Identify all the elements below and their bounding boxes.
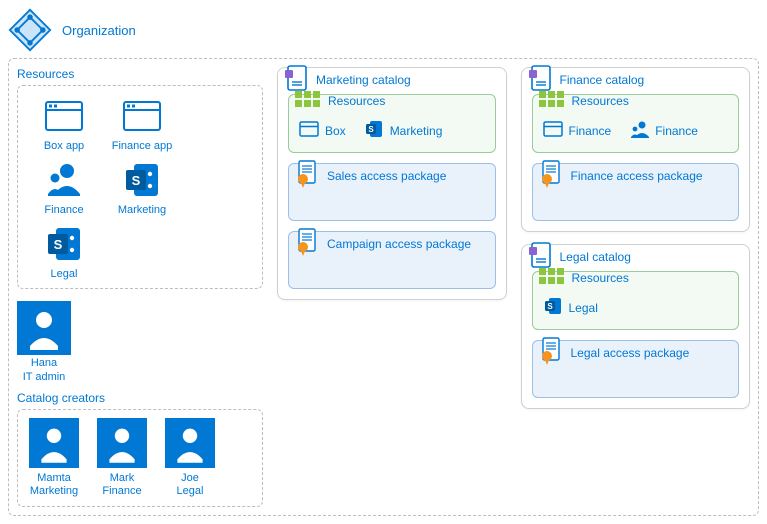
- organization-label: Organization: [62, 23, 136, 38]
- avatar: [165, 418, 215, 468]
- access-package-label: Sales access package: [327, 169, 446, 183]
- sharepoint-icon: [543, 296, 563, 319]
- resource-label: Finance: [26, 204, 102, 216]
- resource-item: Finance app: [104, 94, 180, 152]
- admin-role: IT admin: [17, 371, 71, 383]
- avatar: [29, 418, 79, 468]
- certificate-icon: [295, 160, 319, 191]
- certificate-icon: [539, 337, 563, 368]
- group-icon: [629, 119, 649, 142]
- sharepoint-icon: [26, 222, 102, 266]
- access-package: Sales access package: [288, 163, 496, 221]
- catalog-creator: MamtaMarketing: [26, 418, 82, 498]
- app-icon: [299, 120, 319, 141]
- resources-grid-icon: [539, 268, 564, 287]
- catalog-title: Marketing catalog: [316, 73, 411, 87]
- creator-dept: Legal: [177, 485, 204, 497]
- catalog-resource-label: Box: [325, 124, 346, 138]
- organization-icon: [8, 8, 52, 52]
- catalog-title: Legal catalog: [560, 250, 631, 264]
- catalog-resources: Resources Finance Finance: [532, 94, 740, 153]
- access-package: Campaign access package: [288, 231, 496, 289]
- resources-box: Box app Finance app Finance Marketing: [17, 85, 263, 289]
- catalog-resource-item: Finance: [543, 120, 612, 141]
- resource-item: Legal: [26, 222, 102, 280]
- it-admin: Hana IT admin: [17, 301, 263, 383]
- resources-grid-icon: [539, 91, 564, 110]
- resource-label: Legal: [26, 268, 102, 280]
- access-package-label: Campaign access package: [327, 237, 471, 251]
- access-package-label: Finance access package: [571, 169, 703, 183]
- sharepoint-icon: [364, 119, 384, 142]
- marketing-catalog: Marketing catalog Resources Box: [277, 67, 507, 300]
- resource-label: Marketing: [104, 204, 180, 216]
- resource-label: Finance app: [104, 140, 180, 152]
- catalog-resource-item: Legal: [543, 296, 598, 319]
- group-icon: [26, 158, 102, 202]
- catalog-creators-label: Catalog creators: [17, 391, 263, 405]
- avatar: [17, 301, 71, 355]
- catalog-resources: Resources Box Marketing: [288, 94, 496, 153]
- resources-label: Resources: [17, 67, 263, 81]
- catalog-resource-label: Legal: [569, 301, 598, 315]
- catalog-title: Finance catalog: [560, 73, 645, 87]
- admin-name: Hana: [17, 357, 71, 369]
- catalog-resources-label: Resources: [572, 271, 629, 285]
- resource-label: Box app: [26, 140, 102, 152]
- creator-name: Mamta: [37, 472, 71, 484]
- sharepoint-icon: [104, 158, 180, 202]
- avatar: [97, 418, 147, 468]
- resources-grid-icon: [295, 91, 320, 110]
- creator-name: Mark: [110, 472, 134, 484]
- access-package: Finance access package: [532, 163, 740, 221]
- catalog-resources-label: Resources: [572, 94, 629, 108]
- app-icon: [26, 94, 102, 138]
- catalog-resource-item: Finance: [629, 119, 698, 142]
- creator-name: Joe: [181, 472, 199, 484]
- access-package: Legal access package: [532, 340, 740, 398]
- catalog-resource-label: Marketing: [390, 124, 443, 138]
- resource-item: Marketing: [104, 158, 180, 216]
- legal-catalog: Legal catalog Resources Legal: [521, 244, 751, 409]
- catalog-resources: Resources Legal: [532, 271, 740, 330]
- certificate-icon: [539, 160, 563, 191]
- creator-dept: Marketing: [30, 485, 78, 497]
- organization-container: Resources Box app Finance app Finance: [8, 58, 759, 516]
- creator-dept: Finance: [102, 485, 141, 497]
- certificate-icon: [295, 228, 319, 259]
- resource-item: Box app: [26, 94, 102, 152]
- catalog-resource-label: Finance: [655, 124, 698, 138]
- access-package-label: Legal access package: [571, 346, 690, 360]
- finance-catalog: Finance catalog Resources Finance: [521, 67, 751, 232]
- resource-item: Finance: [26, 158, 102, 216]
- app-icon: [543, 120, 563, 141]
- catalog-resources-label: Resources: [328, 94, 385, 108]
- catalog-resource-label: Finance: [569, 124, 612, 138]
- catalog-creator: MarkFinance: [94, 418, 150, 498]
- catalog-resource-item: Box: [299, 120, 346, 141]
- app-icon: [104, 94, 180, 138]
- catalog-creator: JoeLegal: [162, 418, 218, 498]
- catalog-creators-box: MamtaMarketing MarkFinance JoeLegal: [17, 409, 263, 507]
- catalog-resource-item: Marketing: [364, 119, 443, 142]
